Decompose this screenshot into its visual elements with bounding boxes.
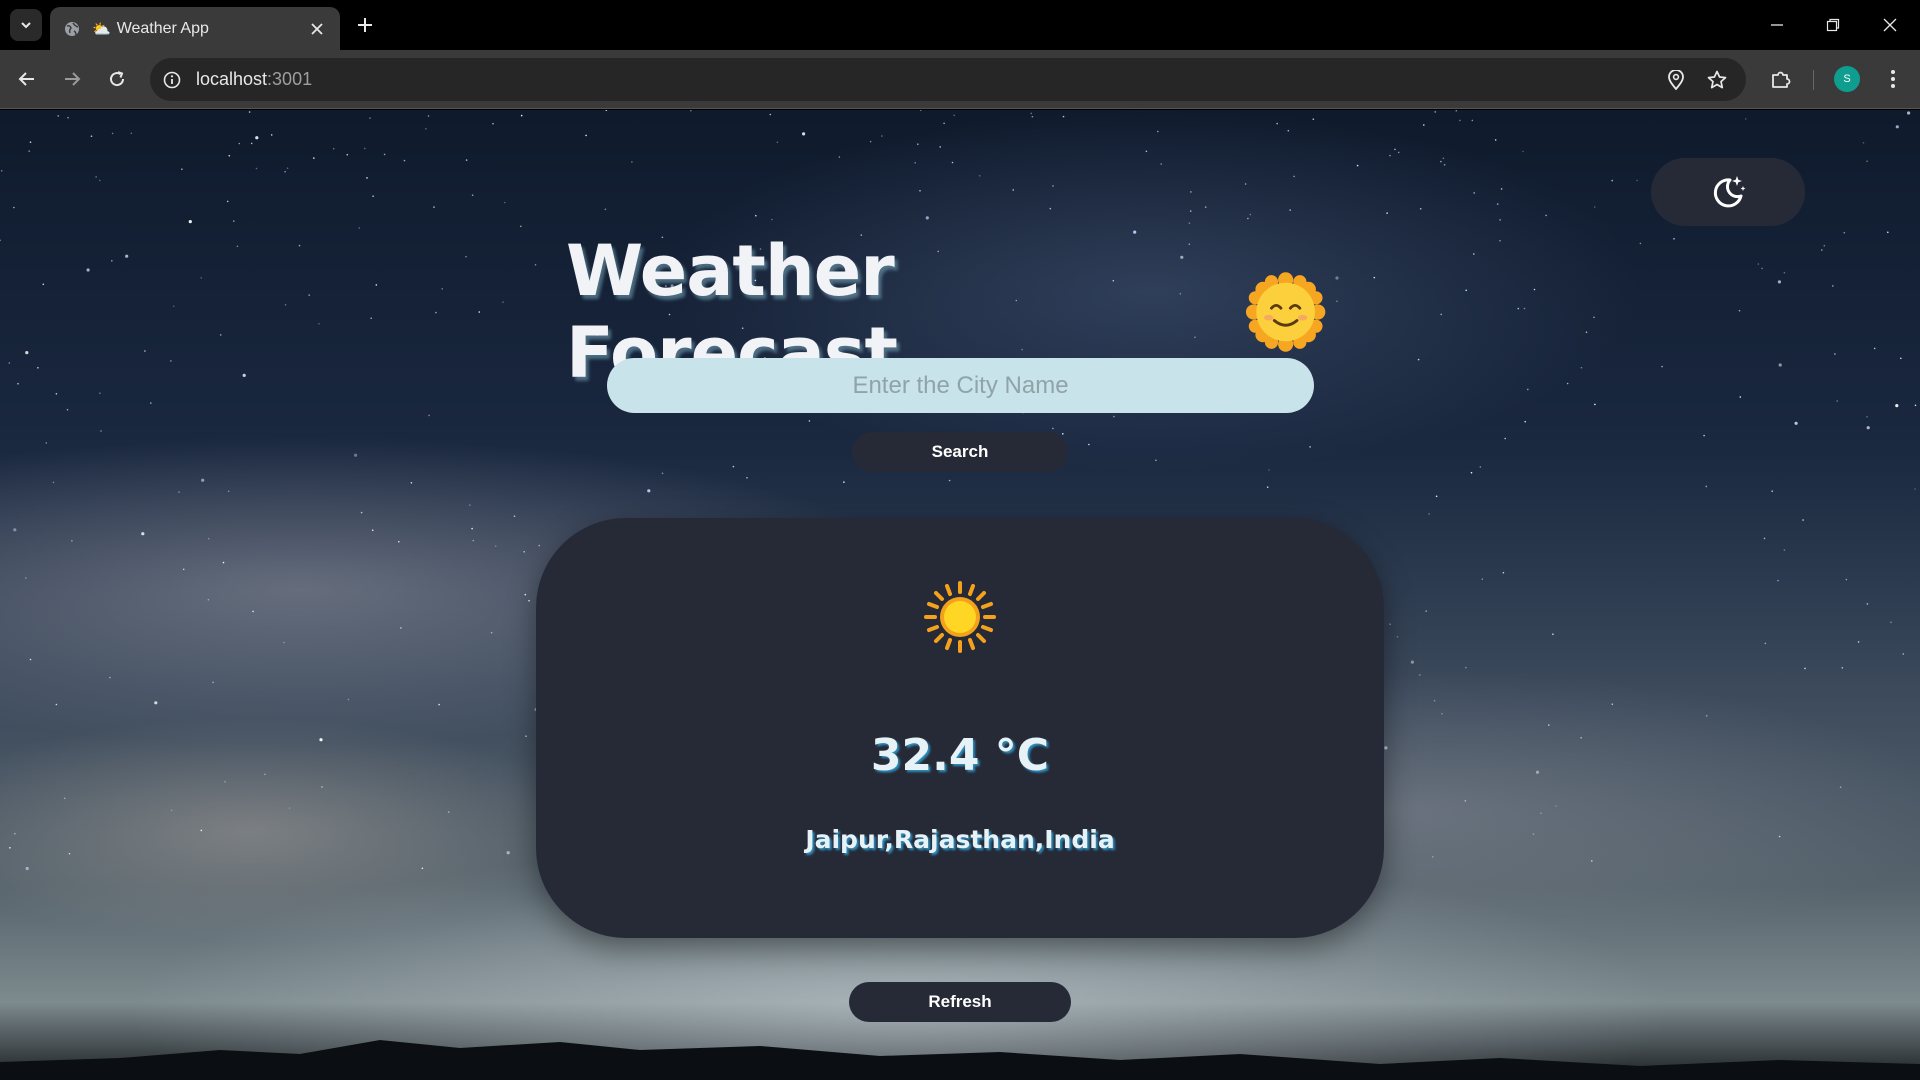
location-name: Jaipur,Rajasthan,India: [805, 825, 1115, 854]
close-icon: [1883, 18, 1897, 32]
restore-window-button[interactable]: [1820, 12, 1846, 38]
tab-search-button[interactable]: [10, 9, 42, 41]
moon-stars-icon: [1713, 176, 1746, 208]
minimize-icon: [1771, 24, 1783, 26]
new-tab-button[interactable]: [352, 12, 378, 38]
tab-title: Weather App: [116, 19, 209, 37]
address-bar[interactable]: localhost:3001: [150, 58, 1746, 101]
close-tab-icon[interactable]: [306, 18, 328, 40]
refresh-button[interactable]: Refresh: [849, 982, 1071, 1022]
smiling-sun-icon: [1245, 272, 1326, 352]
tab-favicon-emoji: ⛅: [92, 20, 111, 38]
back-button[interactable]: [12, 64, 42, 94]
browser-tab[interactable]: ⛅ Weather App: [50, 7, 340, 50]
chevron-down-icon: [21, 22, 31, 29]
browser-menu-button[interactable]: [1878, 64, 1908, 94]
arrow-left-icon: [18, 72, 34, 86]
temperature-value: 32.4 °C: [870, 730, 1050, 781]
sun-icon: [924, 581, 996, 653]
reload-icon: [110, 71, 125, 87]
url-host: localhost: [196, 69, 268, 89]
profile-button[interactable]: S: [1832, 64, 1862, 94]
extensions-button[interactable]: [1766, 64, 1796, 94]
url-port: :3001: [267, 69, 313, 89]
reload-button[interactable]: [102, 64, 132, 94]
browser-tab-bar: ⛅ Weather App: [0, 0, 1920, 50]
city-search-input[interactable]: [607, 358, 1314, 413]
theme-toggle-button[interactable]: [1651, 158, 1805, 226]
bookmark-star-icon[interactable]: [1705, 68, 1729, 92]
forward-button[interactable]: [57, 64, 87, 94]
mountain-silhouette: [0, 1040, 1920, 1080]
weather-card: 32.4 °C Jaipur,Rajasthan,India: [536, 518, 1384, 938]
puzzle-icon: [1772, 71, 1791, 88]
avatar: S: [1834, 66, 1860, 92]
location-pin-icon[interactable]: [1664, 68, 1688, 92]
page-viewport: Weather Forecast Search: [0, 110, 1920, 1080]
toolbar-divider: [1813, 70, 1814, 90]
plus-icon: [358, 18, 372, 32]
close-window-button[interactable]: [1877, 12, 1903, 38]
restore-icon: [1826, 18, 1840, 32]
minimize-window-button[interactable]: [1764, 12, 1790, 38]
kebab-menu-icon: [1891, 70, 1895, 88]
search-button[interactable]: Search: [852, 432, 1068, 472]
site-info-icon[interactable]: [162, 70, 182, 90]
browser-toolbar: localhost:3001 S: [0, 50, 1920, 109]
globe-icon: [62, 19, 82, 39]
arrow-right-icon: [65, 72, 81, 86]
